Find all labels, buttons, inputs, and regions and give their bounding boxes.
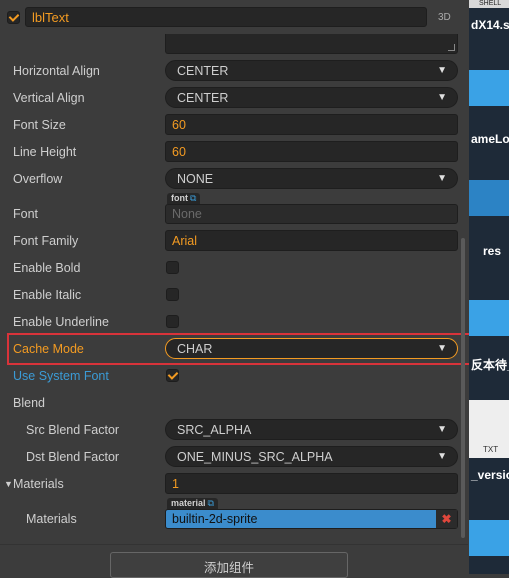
3d-badge[interactable]: 3D (438, 12, 451, 23)
row-materials-count: ▼ Materials 1 (0, 470, 468, 497)
close-icon[interactable]: ✖ (436, 510, 457, 528)
materials-count-label[interactable]: Materials (13, 477, 64, 491)
font-asset-tag: font ⧉ (167, 193, 201, 204)
text-file-icon[interactable]: TXT (469, 400, 509, 458)
enable-underline-checkbox[interactable] (166, 315, 179, 328)
row-use-system-font: Use System Font (0, 362, 468, 389)
row-overflow: Overflow NONE ▼ (0, 165, 468, 192)
row-blend: Blend (0, 389, 468, 416)
file-label[interactable]: res (483, 244, 501, 258)
font-family-label: Font Family (13, 233, 79, 248)
row-enable-bold: Enable Bold (0, 254, 468, 281)
enable-bold-checkbox[interactable] (166, 261, 179, 274)
use-system-font-label: Use System Font (13, 368, 109, 383)
component-header: lblText 3D (0, 0, 468, 34)
folder-icon[interactable] (469, 300, 509, 336)
strip-header-label: SHELL (479, 0, 502, 7)
file-label[interactable]: ameLo (471, 132, 509, 146)
row-horizontal-align: Horizontal Align CENTER ▼ (0, 57, 468, 84)
dst-blend-factor-value: ONE_MINUS_SRC_ALPHA (177, 450, 333, 464)
resize-grip-icon[interactable] (448, 44, 455, 51)
line-height-input[interactable]: 60 (165, 141, 458, 162)
triangle-down-icon: ▼ (437, 424, 447, 435)
row-vertical-align: Vertical Align CENTER ▼ (0, 84, 468, 111)
triangle-down-icon: ▼ (437, 451, 447, 462)
triangle-down-icon: ▼ (437, 65, 447, 76)
font-size-input[interactable]: 60 (165, 114, 458, 135)
font-family-input[interactable]: Arial (165, 230, 458, 251)
enable-bold-label: Enable Bold (13, 260, 81, 275)
folder-icon[interactable] (469, 520, 509, 556)
vertical-align-label: Vertical Align (13, 90, 85, 105)
highlight-box (7, 333, 472, 365)
src-blend-factor-value: SRC_ALPHA (177, 423, 252, 437)
overflow-label: Overflow (13, 171, 63, 186)
string-textarea[interactable] (165, 34, 458, 54)
material-asset-type: material (171, 498, 206, 508)
divider (0, 544, 468, 545)
file-label[interactable]: _versio (471, 468, 509, 482)
horizontal-align-value: CENTER (177, 64, 229, 78)
use-system-font-checkbox[interactable] (166, 369, 179, 382)
materials-count-input[interactable]: 1 (165, 473, 458, 494)
row-font-size: Font Size 60 (0, 111, 468, 138)
file-browser-strip: SHELL dX14.s ameLo res 反本待_ TXT _versio (469, 0, 509, 574)
font-asset-type: font (171, 193, 188, 203)
font-size-label: Font Size (13, 117, 66, 132)
row-font-family: Font Family Arial (0, 227, 468, 254)
external-link-icon[interactable]: ⧉ (208, 498, 214, 508)
font-asset-field[interactable]: None (165, 204, 458, 224)
file-label[interactable]: dX14.s (471, 18, 509, 32)
folder-icon[interactable] (469, 70, 509, 106)
component-name-field[interactable]: lblText (25, 7, 427, 27)
triangle-down-icon[interactable]: ▼ (4, 479, 13, 489)
overflow-select[interactable]: NONE ▼ (165, 168, 458, 189)
row-src-blend-factor: Src Blend Factor SRC_ALPHA ▼ (0, 416, 468, 443)
overflow-value: NONE (177, 172, 214, 186)
add-component-button[interactable]: 添加组件 (110, 552, 348, 578)
line-height-label: Line Height (13, 144, 77, 159)
horizontal-align-select[interactable]: CENTER ▼ (165, 60, 458, 81)
inspector-panel: lblText 3D Horizontal Align CENTER ▼ Ver… (0, 0, 472, 578)
src-blend-factor-label: Src Blend Factor (26, 422, 120, 437)
vertical-align-select[interactable]: CENTER ▼ (165, 87, 458, 108)
row-dst-blend-factor: Dst Blend Factor ONE_MINUS_SRC_ALPHA ▼ (0, 443, 468, 470)
dst-blend-factor-label: Dst Blend Factor (26, 449, 120, 464)
row-enable-underline: Enable Underline (0, 308, 468, 335)
external-link-icon[interactable]: ⧉ (190, 193, 196, 203)
component-enabled-checkbox[interactable] (7, 11, 20, 24)
material-asset-tag: material ⧉ (167, 498, 218, 509)
enable-italic-label: Enable Italic (13, 287, 82, 302)
folder-icon[interactable] (469, 180, 509, 216)
file-extension: TXT (483, 445, 499, 454)
scrollbar[interactable] (461, 238, 465, 538)
triangle-down-icon: ▼ (437, 173, 447, 184)
dst-blend-factor-select[interactable]: ONE_MINUS_SRC_ALPHA ▼ (165, 446, 458, 467)
row-enable-italic: Enable Italic (0, 281, 468, 308)
material-asset-value: builtin-2d-sprite (172, 512, 258, 526)
font-label: Font (13, 206, 39, 221)
horizontal-align-label: Horizontal Align (13, 63, 100, 78)
vertical-align-value: CENTER (177, 91, 229, 105)
file-label[interactable]: 反本待_ (471, 356, 509, 373)
enable-underline-label: Enable Underline (13, 314, 109, 329)
enable-italic-checkbox[interactable] (166, 288, 179, 301)
row-line-height: Line Height 60 (0, 138, 468, 165)
triangle-down-icon: ▼ (437, 92, 447, 103)
blend-label: Blend (13, 395, 45, 410)
src-blend-factor-select[interactable]: SRC_ALPHA ▼ (165, 419, 458, 440)
material-asset-field[interactable]: builtin-2d-sprite ✖ (165, 509, 458, 529)
materials-item-label: Materials (26, 511, 77, 526)
